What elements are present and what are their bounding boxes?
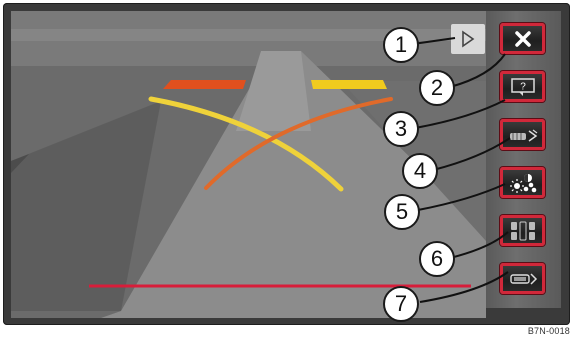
- callout-3: 3: [383, 111, 419, 147]
- callout-6: 6: [419, 241, 455, 277]
- callout-leader-lines: [412, 37, 511, 303]
- callout-overlay: 1 2 3 4 5 6 7: [0, 0, 574, 337]
- callout-2: 2: [419, 70, 455, 106]
- callout-7: 7: [383, 286, 419, 322]
- callout-1: 1: [383, 27, 419, 63]
- callout-4: 4: [402, 153, 438, 189]
- image-reference-code: B7N-0018: [508, 326, 570, 337]
- callout-5: 5: [384, 194, 420, 230]
